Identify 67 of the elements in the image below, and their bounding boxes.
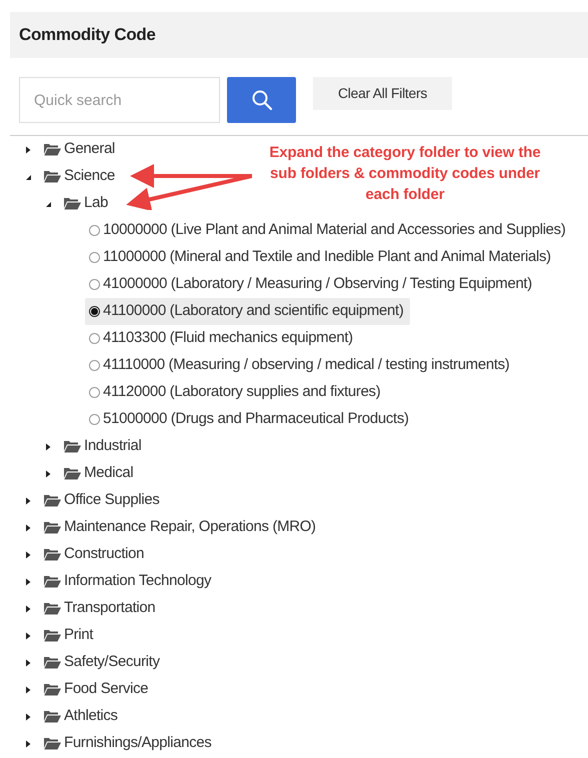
folder-icon [44,548,61,561]
code-option[interactable]: 11000000 (Mineral and Textile and Inedible Plant and Animal Materials) [85,244,557,271]
radio-button[interactable] [89,306,100,317]
header-title: Commodity Code [19,24,156,46]
folder-icon [44,602,61,615]
folder-label[interactable]: General [64,138,115,161]
folder-label[interactable]: Food Service [64,678,148,701]
folder-label[interactable]: Print [64,624,94,647]
folder-icon [44,629,61,642]
folder-icon [44,521,61,534]
caret-right-icon[interactable] [24,496,32,504]
folder-icon [64,197,81,210]
caret-right-icon[interactable] [44,442,52,450]
code-option[interactable]: 41103300 (Fluid mechanics equipment) [85,325,359,352]
caret-right-icon[interactable] [24,524,32,532]
folder-label[interactable]: Safety/Security [64,651,160,674]
folder-icon [44,737,61,750]
clear-filters-button[interactable]: Clear All Filters [313,77,452,110]
code-option[interactable]: 51000000 (Drugs and Pharmaceutical Products) [85,406,415,433]
folder-label[interactable]: Athletics [64,705,118,728]
search-icon [250,89,272,111]
radio-button[interactable] [89,360,100,371]
caret-right-icon[interactable] [24,712,32,720]
caret-down-icon[interactable] [24,172,32,180]
code-option[interactable]: 41000000 (Laboratory / Measuring / Observing / Testing Equipment) [85,271,538,298]
folder-icon [44,143,61,156]
folder-icon [44,170,61,183]
code-option[interactable]: 10000000 (Live Plant and Animal Material and Accessories and Supplies) [85,217,572,244]
caret-down-icon[interactable] [44,200,52,208]
folder-icon [44,710,61,723]
folder-label[interactable]: Construction [64,543,144,566]
folder-label[interactable]: Maintenance Repair, Operations (MRO) [64,516,316,539]
search-button[interactable] [227,77,296,123]
folder-icon [44,494,61,507]
code-option[interactable]: 41120000 (Laboratory supplies and fixtures) [85,379,386,406]
folder-icon [44,683,61,696]
folder-label[interactable]: Transportation [64,597,156,620]
folder-icon [64,467,81,480]
folder-label[interactable]: Lab [84,192,108,215]
folder-label[interactable]: Office Supplies [64,489,160,512]
caret-right-icon[interactable] [24,550,32,558]
folder-label[interactable]: Information Technology [64,570,212,593]
folder-label[interactable]: Industrial [84,435,142,458]
radio-button[interactable] [89,279,100,290]
caret-right-icon[interactable] [24,740,32,748]
radio-button[interactable] [89,225,100,236]
caret-right-icon[interactable] [24,578,32,586]
folder-icon [44,656,61,669]
search-field[interactable]: Quick search [19,77,220,123]
folder-icon [64,440,81,453]
caret-right-icon[interactable] [24,658,32,666]
folder-label[interactable]: Science [64,165,115,188]
folder-label[interactable]: Medical [84,462,134,485]
radio-button[interactable] [89,252,100,263]
caret-right-icon[interactable] [24,686,32,694]
caret-right-icon[interactable] [24,632,32,640]
caret-right-icon[interactable] [24,146,32,154]
code-option[interactable]: 41110000 (Measuring / observing / medical / testing instruments) [85,352,516,379]
radio-button[interactable] [89,414,100,425]
caret-right-icon[interactable] [24,604,32,612]
radio-button[interactable] [89,333,100,344]
annotation-text: Expand the category folder to view the sub folders & commodity codes under each folder [268,143,542,205]
caret-right-icon[interactable] [44,470,52,478]
code-option[interactable]: 41100000 (Laboratory and scientific equipment) [85,298,410,325]
radio-button[interactable] [89,387,100,398]
folder-icon [44,575,61,588]
folder-label[interactable]: Furnishings/Appliances [64,732,212,755]
